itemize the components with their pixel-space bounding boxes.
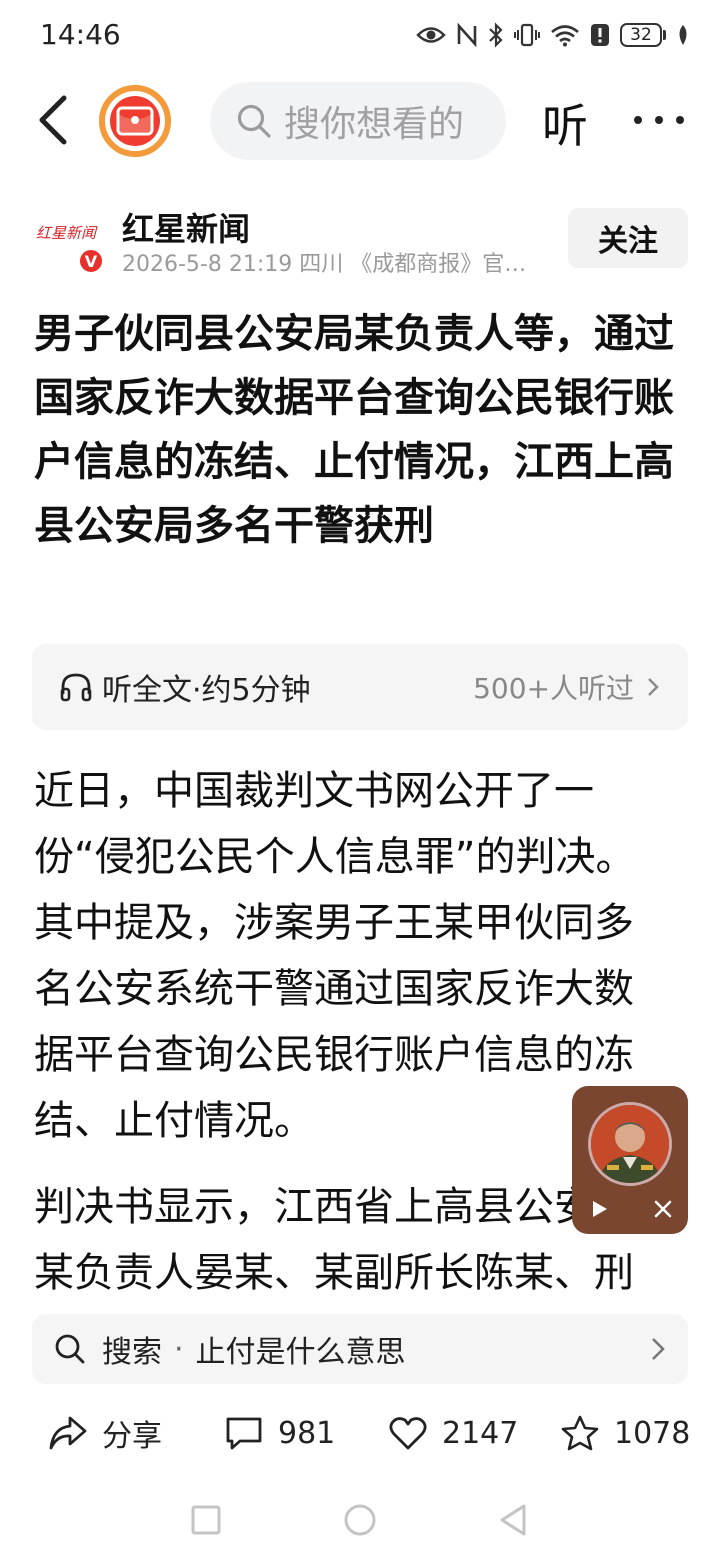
related-search-query: 止付是什么意思	[195, 1335, 406, 1370]
vibrate-icon	[514, 23, 540, 47]
search-input[interactable]: 搜你想看的	[210, 82, 506, 160]
red-packet-icon	[99, 85, 171, 157]
audio-label: 听全文·约5分钟	[102, 673, 311, 708]
search-placeholder: 搜你想看的	[284, 104, 465, 145]
battery-indicator: 32	[620, 23, 666, 47]
back-arrow-icon	[39, 95, 67, 145]
related-search-separator: ·	[174, 1331, 184, 1367]
floating-video-player[interactable]	[572, 1086, 688, 1234]
headphones-icon	[60, 673, 92, 702]
author-name[interactable]: 红星新闻	[122, 204, 250, 250]
article-title: 男子伙同县公安局某负责人等，通过国家反诈大数据平台查询公民银行账户信息的冻结、止…	[34, 311, 674, 549]
heart-icon	[389, 1417, 427, 1450]
like-count: 2147	[442, 1415, 519, 1451]
favorite-count: 1078	[614, 1415, 691, 1451]
video-thumbnail[interactable]	[588, 1102, 672, 1186]
home-icon[interactable]	[340, 1500, 380, 1540]
star-icon	[561, 1415, 599, 1451]
more-dot-icon	[655, 116, 663, 124]
comment-button[interactable]: 981	[224, 1402, 335, 1464]
listen-button[interactable]: 听	[542, 90, 588, 156]
red-packet-logo[interactable]	[98, 84, 172, 158]
author-meta: 2026-5-8 21:19 四川 《成都商报》官…	[122, 252, 527, 277]
share-icon	[49, 1416, 87, 1450]
comment-count: 981	[278, 1415, 336, 1451]
back-triangle-icon[interactable]	[494, 1500, 534, 1540]
listen-full-article-bar[interactable]: 听全文·约5分钟 500+人听过	[32, 644, 688, 730]
alert-icon	[591, 24, 609, 46]
comment-icon	[226, 1417, 262, 1450]
share-label: 分享	[102, 1419, 162, 1454]
follow-button[interactable]: 关注	[568, 208, 688, 268]
related-search-prefix: 搜索	[102, 1335, 162, 1370]
audio-listeners: 500+人听过	[473, 672, 634, 705]
nfc-icon	[457, 22, 477, 48]
author-logo-text: 红星新闻	[36, 224, 97, 242]
favorite-button[interactable]: 1078	[560, 1402, 690, 1464]
search-icon	[55, 1334, 85, 1364]
more-dot-icon	[676, 116, 684, 124]
search-icon	[237, 104, 271, 138]
recent-apps-icon[interactable]	[186, 1500, 226, 1540]
close-icon[interactable]	[652, 1198, 674, 1220]
battery-saver-leaf-icon	[679, 25, 687, 45]
status-icons: 32	[416, 18, 690, 52]
chevron-right-icon	[652, 1338, 665, 1360]
author-avatar[interactable]: 红星新闻 V	[34, 212, 110, 274]
wifi-icon	[551, 25, 579, 47]
bluetooth-icon	[489, 22, 503, 48]
more-options-button[interactable]	[634, 100, 684, 140]
back-button[interactable]	[28, 88, 88, 152]
play-icon[interactable]	[588, 1198, 610, 1220]
related-search-bar[interactable]: 搜索 · 止付是什么意思	[32, 1314, 688, 1384]
person-portrait-icon	[591, 1105, 669, 1183]
eye-icon	[416, 27, 446, 43]
battery-level: 32	[620, 23, 662, 47]
verified-badge: V	[78, 248, 104, 274]
more-dot-icon	[634, 116, 642, 124]
like-button[interactable]: 2147	[388, 1402, 518, 1464]
chevron-right-icon	[648, 678, 659, 696]
share-button[interactable]: 分享	[48, 1402, 162, 1464]
status-time: 14:46	[40, 18, 121, 51]
